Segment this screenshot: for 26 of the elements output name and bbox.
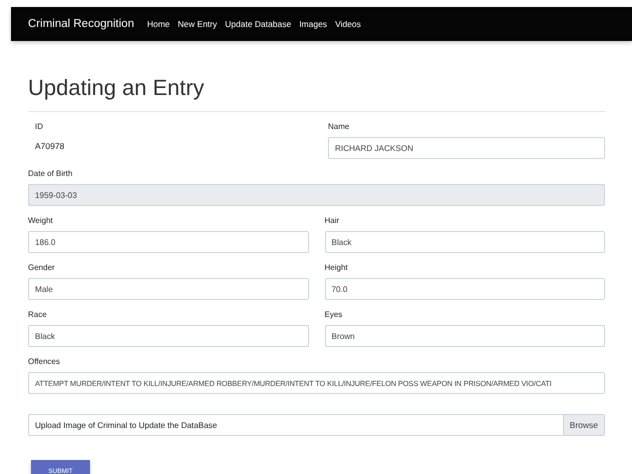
field-label: ID xyxy=(35,122,44,131)
nav-link[interactable]: New Entry xyxy=(178,19,218,29)
nav-link[interactable]: Images xyxy=(299,19,328,29)
input-field[interactable]: 186.0 xyxy=(28,231,308,253)
input-field[interactable]: 70.0 xyxy=(324,278,605,300)
nav-link[interactable]: Videos xyxy=(335,19,361,29)
field-label: Name xyxy=(328,122,350,131)
page-heading: Updating an Entry xyxy=(28,75,206,101)
input-field[interactable]: Brown xyxy=(324,325,605,347)
brand-link[interactable]: Criminal Recognition xyxy=(28,18,134,30)
field-label: Offences xyxy=(28,357,61,366)
field-label: Height xyxy=(324,263,349,272)
field-value: A70978 xyxy=(35,141,66,151)
input-field[interactable]: Black xyxy=(28,325,308,347)
field-label: Gender xyxy=(28,263,56,272)
input-field[interactable]: 1959-03-03 xyxy=(28,184,605,206)
input-field[interactable]: Black xyxy=(324,231,605,253)
field-label: Race xyxy=(28,310,48,319)
input-field[interactable]: Male xyxy=(28,278,308,300)
nav-link[interactable]: Update Database xyxy=(225,19,292,29)
nav-link[interactable]: Home xyxy=(147,19,170,29)
input-field[interactable]: RICHARD JACKSON xyxy=(328,137,605,159)
field-label: Date of Birth xyxy=(28,169,74,178)
field-label: Weight xyxy=(28,216,54,225)
field-label: Hair xyxy=(324,216,340,225)
field-label: Eyes xyxy=(324,310,344,319)
